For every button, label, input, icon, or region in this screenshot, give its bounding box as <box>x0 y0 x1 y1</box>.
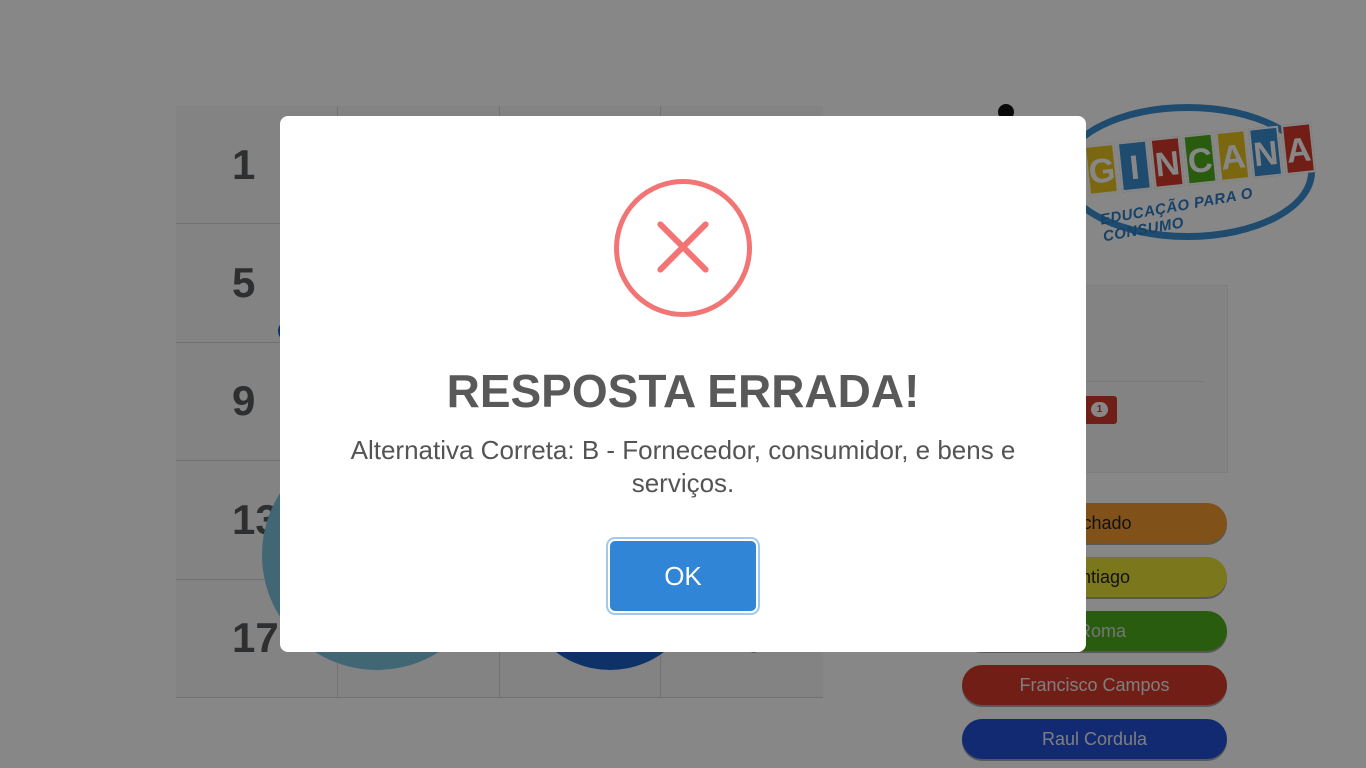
dialog-message: Alternativa Correta: B - Fornecedor, con… <box>350 435 1016 498</box>
ok-button[interactable]: OK <box>610 541 756 611</box>
dialog-title: RESPOSTA ERRADA! <box>446 365 920 417</box>
result-dialog: RESPOSTA ERRADA! Alternativa Correta: B … <box>280 116 1086 652</box>
error-x-icon <box>614 179 752 317</box>
